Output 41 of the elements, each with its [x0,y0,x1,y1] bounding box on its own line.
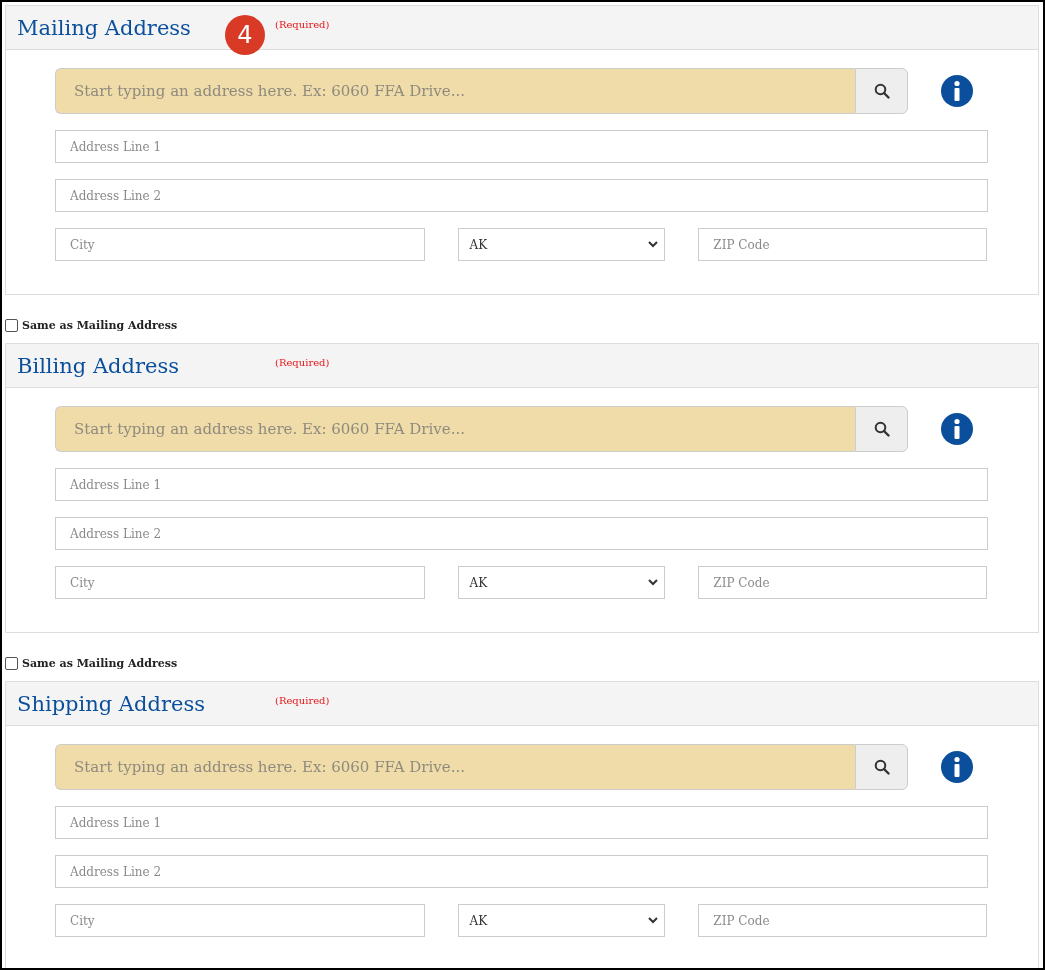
search-button[interactable] [855,68,908,114]
state-select[interactable]: AK [457,228,666,261]
search-icon [873,83,890,99]
address-line-field[interactable]: Address Line 1 [55,468,988,501]
chevron-down-icon [648,579,659,586]
zip-field[interactable]: ZIP Code [698,566,987,599]
info-icon[interactable] [941,413,973,445]
address-line-field[interactable]: Address Line 2 [55,517,988,550]
checkbox-label[interactable]: Same as Mailing Address [22,656,178,670]
section-title: Mailing Address [17,15,191,40]
city-field[interactable]: City [55,566,425,599]
zip-field[interactable]: ZIP Code [698,904,987,937]
search-button[interactable] [855,406,908,452]
chevron-down-icon [648,241,659,248]
address-search-field[interactable]: Start typing an address here. Ex: 6060 FFA Drive... [55,68,855,114]
address-line-field[interactable]: Address Line 1 [55,806,988,839]
address-line-field[interactable]: Address Line 2 [55,855,988,888]
info-icon[interactable] [941,751,973,783]
address-line-field[interactable]: Address Line 2 [55,179,988,212]
required-note: (Required) [275,19,330,30]
checkbox-label[interactable]: Same as Mailing Address [22,318,178,332]
search-icon [873,421,890,437]
section-title: Shipping Address [17,691,205,716]
address-line-field[interactable]: Address Line 1 [55,130,988,163]
section-title: Billing Address [17,353,179,378]
state-select[interactable]: AK [457,904,666,937]
city-field[interactable]: City [55,904,425,937]
required-note: (Required) [275,357,330,368]
search-button[interactable] [855,744,908,790]
checkbox[interactable] [5,656,18,670]
info-icon[interactable] [941,75,973,107]
step-badge: 4 [225,15,265,55]
checkbox[interactable] [5,318,18,332]
chevron-down-icon [648,917,659,924]
required-note: (Required) [275,695,330,706]
address-search-field[interactable]: Start typing an address here. Ex: 6060 FFA Drive... [55,744,855,790]
zip-field[interactable]: ZIP Code [698,228,987,261]
city-field[interactable]: City [55,228,425,261]
state-select[interactable]: AK [457,566,666,599]
address-search-field[interactable]: Start typing an address here. Ex: 6060 FFA Drive... [55,406,855,452]
search-icon [873,759,890,775]
